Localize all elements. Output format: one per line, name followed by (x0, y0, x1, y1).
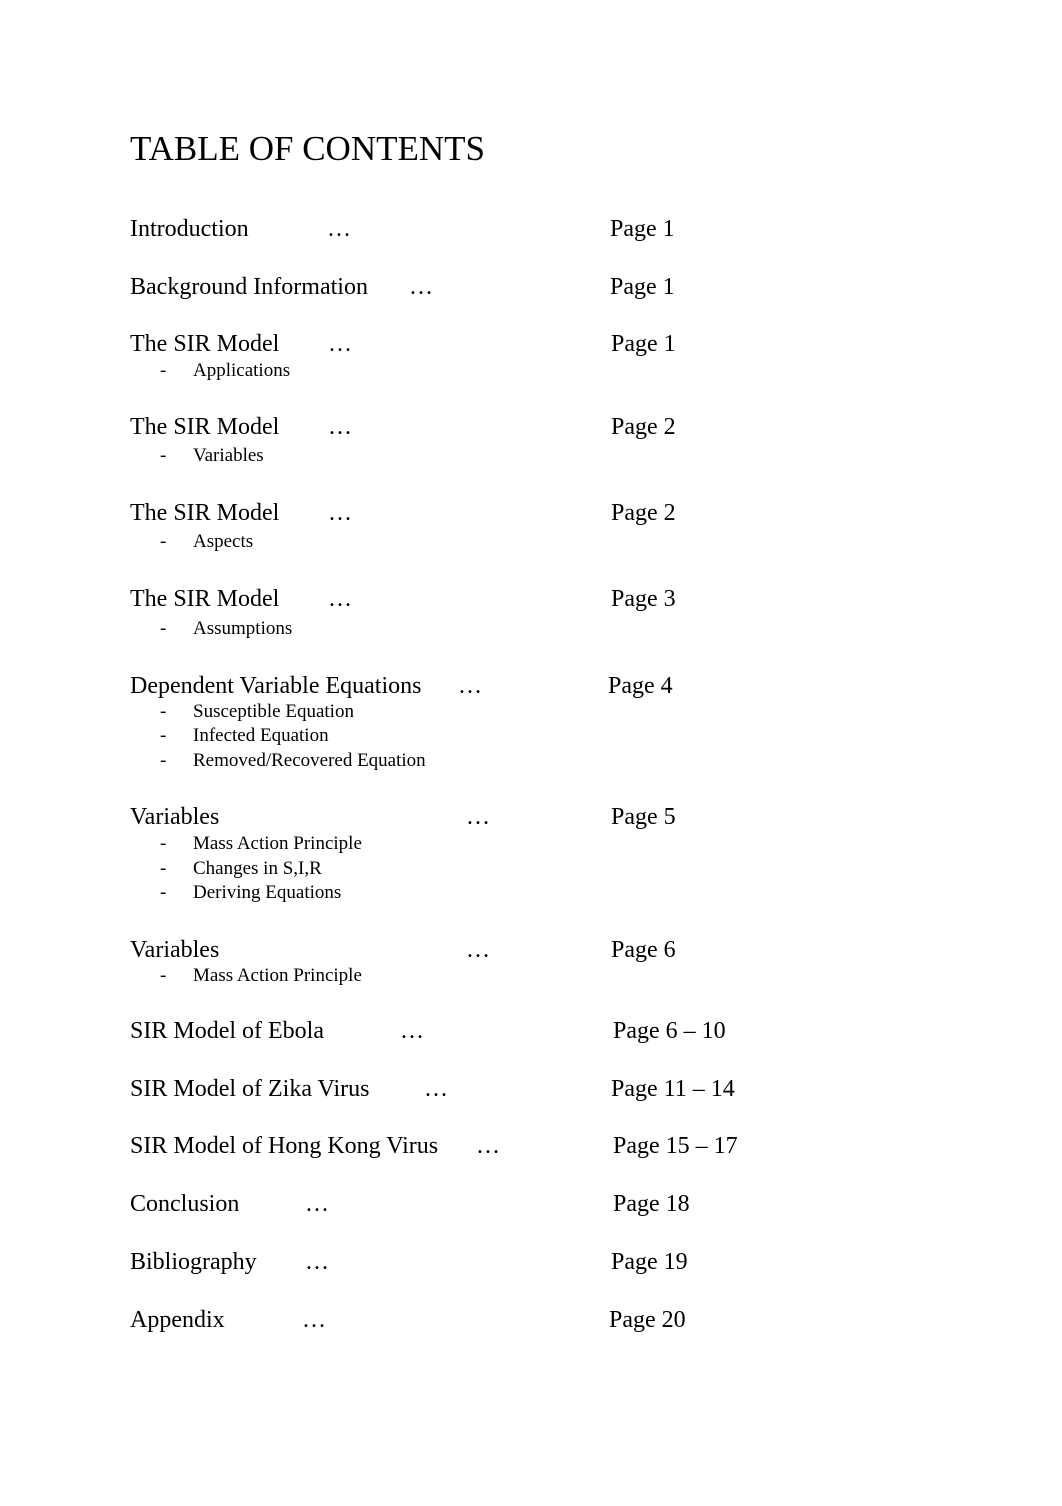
toc-leader: … (458, 673, 482, 699)
toc-entry-label[interactable]: Variables (130, 802, 219, 832)
toc-subitem-label[interactable]: Deriving Equations (193, 881, 341, 905)
toc-page-number: Page 19 (611, 1249, 688, 1275)
toc-entry[interactable]: The SIR Model … Page 3 (0, 584, 1062, 614)
toc-entry[interactable]: Appendix … Page 20 (0, 1305, 1062, 1335)
toc-page-number: Page 18 (613, 1191, 690, 1217)
toc-entry[interactable]: Variables … Page 6 (0, 935, 1062, 965)
toc-entry-label[interactable]: Background Information (130, 272, 368, 302)
toc-entry-label[interactable]: SIR Model of Hong Kong Virus (130, 1131, 438, 1161)
toc-entry[interactable]: Background Information … Page 1 (0, 272, 1062, 302)
toc-subitem-label[interactable]: Removed/Recovered Equation (193, 749, 426, 773)
toc-page-number: Page 3 (611, 586, 676, 612)
toc-leader: … (466, 804, 490, 830)
toc-leader: … (305, 1249, 329, 1275)
toc-entry[interactable]: The SIR Model … Page 2 (0, 498, 1062, 528)
toc-page-number: Page 2 (611, 500, 676, 526)
toc-leader: … (327, 216, 351, 242)
toc-entry[interactable]: Introduction … Page 1 (0, 214, 1062, 244)
toc-subitem[interactable]: - Assumptions (0, 617, 1062, 641)
toc-entry[interactable]: Conclusion … Page 18 (0, 1189, 1062, 1219)
toc-leader: … (305, 1191, 329, 1217)
toc-leader: … (400, 1018, 424, 1044)
toc-leader: … (476, 1133, 500, 1159)
toc-subitem[interactable]: - Variables (0, 444, 1062, 468)
toc-entry-label[interactable]: Introduction (130, 214, 249, 244)
toc-entry[interactable]: The SIR Model … Page 2 (0, 412, 1062, 442)
toc-entry-label[interactable]: Dependent Variable Equations (130, 671, 421, 701)
toc-subitem-label[interactable]: Infected Equation (193, 724, 329, 748)
toc-entry[interactable]: Bibliography … Page 19 (0, 1247, 1062, 1277)
toc-leader: … (409, 274, 433, 300)
toc-page-number: Page 11 – 14 (611, 1076, 735, 1102)
dash-bullet-icon: - (160, 445, 167, 466)
dash-bullet-icon: - (160, 725, 167, 746)
toc-page-number: Page 2 (611, 414, 676, 440)
toc-subitem[interactable]: - Susceptible Equation (0, 700, 1062, 724)
toc-leader: … (328, 586, 352, 612)
toc-subitem-label[interactable]: Changes in S,I,R (193, 857, 322, 881)
dash-bullet-icon: - (160, 965, 167, 986)
toc-subitem-label[interactable]: Aspects (193, 530, 253, 554)
toc-entry[interactable]: SIR Model of Ebola … Page 6 – 10 (0, 1016, 1062, 1046)
toc-entry[interactable]: The SIR Model … Page 1 (0, 329, 1062, 359)
toc-entry-label[interactable]: The SIR Model (130, 412, 279, 442)
toc-subitem-label[interactable]: Variables (193, 444, 264, 468)
dash-bullet-icon: - (160, 360, 167, 381)
toc-entry[interactable]: Variables … Page 5 (0, 802, 1062, 832)
toc-entry-label[interactable]: The SIR Model (130, 584, 279, 614)
toc-subitem[interactable]: - Deriving Equations (0, 881, 1062, 905)
toc-page-number: Page 1 (610, 274, 675, 300)
toc-entry-label[interactable]: Conclusion (130, 1189, 239, 1219)
toc-page-number: Page 4 (608, 673, 673, 699)
toc-subitem[interactable]: - Mass Action Principle (0, 964, 1062, 988)
toc-subitem[interactable]: - Aspects (0, 530, 1062, 554)
dash-bullet-icon: - (160, 531, 167, 552)
toc-page-number: Page 15 – 17 (613, 1133, 738, 1159)
dash-bullet-icon: - (160, 750, 167, 771)
toc-entry[interactable]: Dependent Variable Equations … Page 4 (0, 671, 1062, 701)
toc-page-number: Page 20 (609, 1307, 686, 1333)
toc-leader: … (328, 414, 352, 440)
dash-bullet-icon: - (160, 858, 167, 879)
page-title: TABLE OF CONTENTS (130, 129, 485, 168)
toc-page-number: Page 6 – 10 (613, 1018, 726, 1044)
toc-page-number: Page 5 (611, 804, 676, 830)
toc-entry-label[interactable]: Bibliography (130, 1247, 257, 1277)
document-page: TABLE OF CONTENTS Introduction … Page 1 … (0, 0, 1062, 1506)
toc-entry-label[interactable]: SIR Model of Ebola (130, 1016, 324, 1046)
dash-bullet-icon: - (160, 701, 167, 722)
toc-subitem-label[interactable]: Applications (193, 359, 290, 383)
toc-leader: … (302, 1307, 326, 1333)
toc-entry[interactable]: SIR Model of Hong Kong Virus … Page 15 –… (0, 1131, 1062, 1161)
toc-page-number: Page 1 (610, 216, 675, 242)
toc-subitem[interactable]: - Infected Equation (0, 724, 1062, 748)
toc-entry-label[interactable]: SIR Model of Zika Virus (130, 1074, 369, 1104)
toc-subitem[interactable]: - Removed/Recovered Equation (0, 749, 1062, 773)
toc-leader: … (424, 1076, 448, 1102)
dash-bullet-icon: - (160, 618, 167, 639)
toc-leader: … (328, 331, 352, 357)
toc-subitem-label[interactable]: Mass Action Principle (193, 964, 362, 988)
dash-bullet-icon: - (160, 833, 167, 854)
toc-subitem[interactable]: - Changes in S,I,R (0, 857, 1062, 881)
toc-subitem-label[interactable]: Mass Action Principle (193, 832, 362, 856)
toc-entry[interactable]: SIR Model of Zika Virus … Page 11 – 14 (0, 1074, 1062, 1104)
toc-page-number: Page 6 (611, 937, 676, 963)
dash-bullet-icon: - (160, 882, 167, 903)
toc-entry-label[interactable]: Variables (130, 935, 219, 965)
toc-subitem-label[interactable]: Susceptible Equation (193, 700, 354, 724)
toc-subitem-label[interactable]: Assumptions (193, 617, 292, 641)
toc-subitem[interactable]: - Mass Action Principle (0, 832, 1062, 856)
toc-leader: … (328, 500, 352, 526)
toc-entry-label[interactable]: Appendix (130, 1305, 225, 1335)
toc-leader: … (466, 937, 490, 963)
toc-subitem[interactable]: - Applications (0, 359, 1062, 383)
toc-entry-label[interactable]: The SIR Model (130, 329, 279, 359)
toc-entry-label[interactable]: The SIR Model (130, 498, 279, 528)
toc-page-number: Page 1 (611, 331, 676, 357)
